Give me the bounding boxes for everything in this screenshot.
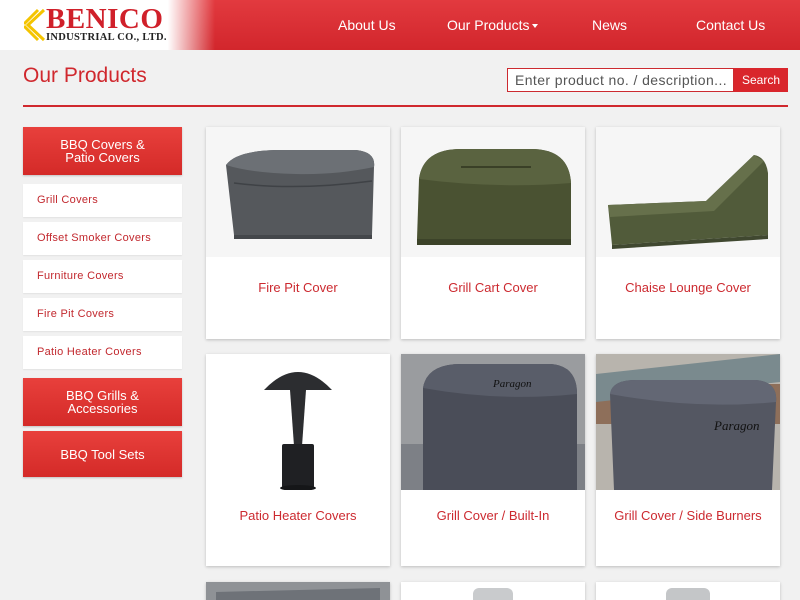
category-label-line: BBQ Tool Sets (60, 446, 145, 462)
nav-about-us[interactable]: About Us (338, 0, 396, 50)
product-name: Grill Cart Cover (448, 280, 538, 295)
category-bbq-grills-accessories[interactable]: BBQ Grills & Accessories (23, 378, 182, 426)
product-card-grill-cover-built-in[interactable]: Paragon Grill Cover / Built-In (401, 354, 585, 566)
product-name: Patio Heater Covers (239, 508, 357, 523)
product-card[interactable] (596, 582, 780, 600)
product-image (401, 582, 585, 600)
category-label-line: Accessories (67, 401, 138, 416)
brand-name: BENICO (46, 3, 164, 35)
product-image (206, 582, 390, 600)
sidebar-item-fire-pit-covers[interactable]: Fire Pit Covers (23, 298, 182, 331)
product-card-fire-pit-cover[interactable]: Fire Pit Cover (206, 127, 390, 339)
nav-our-products[interactable]: Our Products (447, 0, 539, 50)
chaise-lounge-cover-image (596, 127, 780, 257)
logo[interactable]: BENICO INDUSTRIAL CO., LTD. (0, 0, 215, 50)
sidebar-item-patio-heater-covers[interactable]: Patio Heater Covers (23, 336, 182, 369)
nav-news[interactable]: News (592, 0, 627, 50)
product-card-chaise-lounge-cover[interactable]: Chaise Lounge Cover (596, 127, 780, 339)
product-card-grill-cover-side-burners[interactable]: Paragon Grill Cover / Side Burners (596, 354, 780, 566)
brand-subtitle: INDUSTRIAL CO., LTD. (46, 32, 167, 43)
sidebar-item-offset-smoker-covers[interactable]: Offset Smoker Covers (23, 222, 182, 255)
product-name: Grill Cover / Built-In (436, 508, 550, 523)
product-name: Fire Pit Cover (258, 280, 338, 295)
product-card[interactable] (401, 582, 585, 600)
product-brand-text: Paragon (492, 378, 532, 390)
product-card-patio-heater-covers[interactable]: Patio Heater Covers (206, 354, 390, 566)
product-image (596, 582, 780, 600)
search-button[interactable]: Search (734, 68, 788, 92)
built-in-grill-cover-image: Paragon (401, 354, 585, 490)
patio-heater-cover-image (206, 354, 390, 490)
fire-pit-cover-image (206, 127, 390, 257)
category-label-line: Patio Covers (65, 150, 140, 165)
product-card[interactable] (206, 582, 390, 600)
category-bbq-covers-patio-covers[interactable]: BBQ Covers & Patio Covers (23, 127, 182, 175)
benico-logo-icon (24, 8, 46, 42)
page-title: Our Products (23, 64, 147, 87)
category-bbq-tool-sets[interactable]: BBQ Tool Sets (23, 431, 182, 477)
product-brand-text: Paragon (713, 418, 760, 433)
grill-cart-cover-image (401, 127, 585, 257)
sidebar-item-grill-covers[interactable]: Grill Covers (23, 184, 182, 217)
nav-contact-us[interactable]: Contact Us (696, 0, 765, 50)
product-card-grill-cart-cover[interactable]: Grill Cart Cover (401, 127, 585, 339)
product-name: Chaise Lounge Cover (625, 280, 751, 295)
caret-down-icon (532, 24, 539, 28)
product-name: Grill Cover / Side Burners (614, 508, 762, 523)
side-burner-grill-cover-image: Paragon (596, 354, 780, 490)
title-divider (23, 105, 788, 107)
sidebar-item-furniture-covers[interactable]: Furniture Covers (23, 260, 182, 293)
nav-our-products-label: Our Products (447, 17, 530, 33)
search-input[interactable] (507, 68, 734, 92)
